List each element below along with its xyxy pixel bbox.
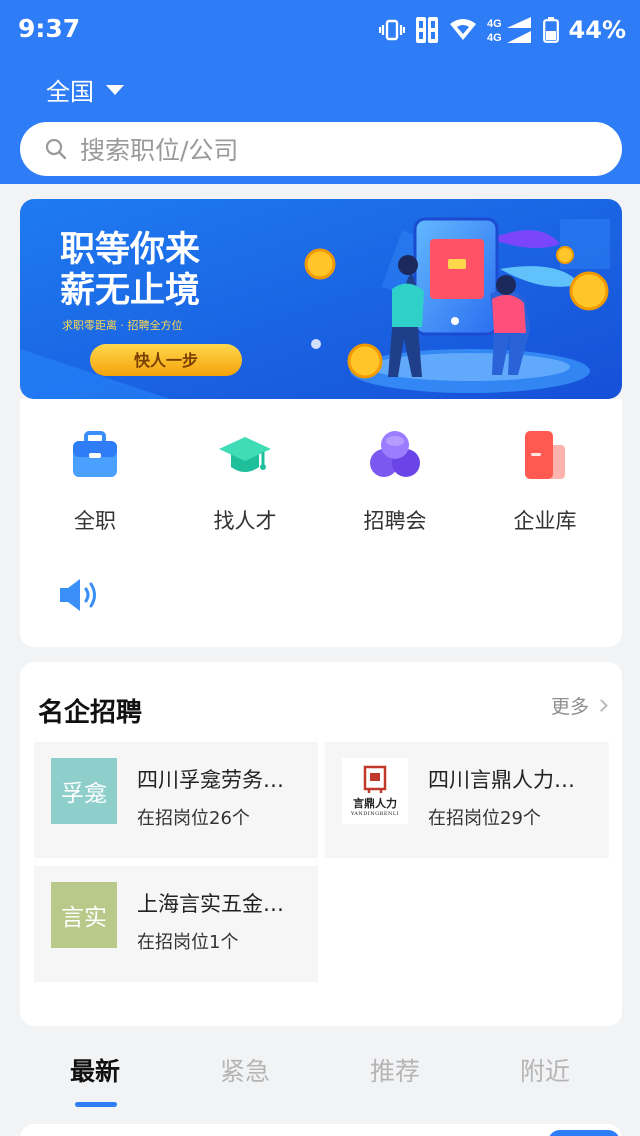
graduation-cap-icon (219, 437, 271, 472)
banner-headline-1: 职等你来 (60, 230, 200, 270)
famous-companies-section: 名企招聘 更多 孚龛 四川孚龛劳务… 在招岗位26个 言鼎人力 YANDINGR… (20, 662, 622, 1026)
circles-icon (370, 431, 420, 477)
status-time: 9:37 (18, 14, 81, 43)
vibrate-icon (378, 19, 405, 41)
promo-banner[interactable]: 职等你来 薪无止境 求职零距离 · 招聘全方位 快人一步 (20, 199, 622, 399)
logo-subtext: YANDINGRENLI (350, 811, 400, 817)
quick-link-label: 企业库 (513, 509, 577, 533)
banner-subtext: 求职零距离 · 招聘全方位 (62, 318, 183, 332)
region-selector[interactable]: 全国 (46, 72, 124, 107)
status-icons: 4G 4G 44% (378, 14, 626, 46)
briefcase-icon (73, 431, 117, 477)
ding-emblem-icon (363, 765, 387, 793)
job-count: 在招岗位1个 (137, 932, 239, 953)
company-card[interactable]: 言鼎人力 YANDINGRENLI 四川言鼎人力… 在招岗位29个 (325, 742, 609, 858)
floating-button-edge[interactable] (548, 1130, 620, 1136)
job-count: 在招岗位26个 (137, 808, 250, 829)
network-label-top: 4G (487, 18, 502, 30)
job-count: 在招岗位29个 (428, 808, 541, 829)
company-logo: 言鼎人力 YANDINGRENLI (342, 758, 408, 824)
search-placeholder: 搜索职位/公司 (80, 136, 239, 165)
banner-illustration: 职等你来 薪无止境 求职零距离 · 招聘全方位 快人一步 (20, 199, 622, 399)
section-title: 名企招聘 (38, 698, 143, 728)
job-list-tabs: 最新 紧急 推荐 附近 (20, 1040, 622, 1120)
quick-link-label: 招聘会 (363, 509, 427, 533)
job-list-card (20, 1124, 622, 1136)
wifi-icon (449, 19, 476, 40)
banner-button-label: 快人一步 (134, 351, 198, 370)
battery-icon (542, 17, 559, 43)
battery-percent: 44% (568, 16, 626, 44)
logo-text: 言实 (61, 905, 107, 931)
quick-link-job-fair[interactable]: 招聘会 (320, 427, 470, 535)
tab-urgent[interactable]: 紧急 (170, 1052, 320, 1088)
company-name: 上海言实五金… (137, 892, 284, 916)
header: 9:37 4G 4G 44% 全国 搜索职位/公司 (0, 0, 640, 184)
company-logo: 言实 (51, 882, 117, 948)
company-name: 四川言鼎人力… (428, 768, 575, 792)
active-tab-indicator (75, 1102, 117, 1107)
company-card[interactable]: 孚龛 四川孚龛劳务… 在招岗位26个 (34, 742, 318, 858)
network-label-bottom: 4G (487, 32, 502, 44)
logo-text: 孚龛 (61, 781, 107, 807)
tab-latest[interactable]: 最新 (20, 1052, 170, 1088)
quick-link-company-library[interactable]: 企业库 (470, 427, 620, 535)
quick-link-find-talent[interactable]: 找人才 (170, 427, 320, 535)
company-logo: 孚龛 (51, 758, 117, 824)
quick-link-label: 全职 (74, 509, 116, 533)
quick-links-card: 全职 找人才 招聘会 企业库 (20, 399, 622, 647)
quick-link-fulltime[interactable]: 全职 (20, 427, 170, 535)
region-label: 全国 (46, 78, 94, 106)
sim-icon (415, 17, 438, 43)
chevron-right-icon (595, 699, 608, 712)
more-label: 更多 (550, 696, 589, 718)
logo-text: 言鼎人力 (353, 797, 397, 810)
search-icon (45, 138, 67, 160)
signal-icon: 4G 4G (487, 17, 531, 44)
search-bar[interactable]: 搜索职位/公司 (20, 122, 622, 176)
status-bar: 9:37 4G 4G 44% (0, 0, 640, 60)
company-card[interactable]: 言实 上海言实五金… 在招岗位1个 (34, 866, 318, 982)
speaker-icon[interactable] (58, 575, 102, 615)
company-name: 四川孚龛劳务… (137, 768, 284, 792)
quick-link-label: 找人才 (213, 509, 277, 533)
caret-down-icon (106, 84, 124, 95)
tab-recommended[interactable]: 推荐 (320, 1052, 470, 1088)
banner-headline-2: 薪无止境 (60, 271, 200, 311)
tab-nearby[interactable]: 附近 (470, 1052, 620, 1088)
building-card-icon (525, 431, 565, 479)
more-link[interactable]: 更多 (550, 692, 608, 719)
